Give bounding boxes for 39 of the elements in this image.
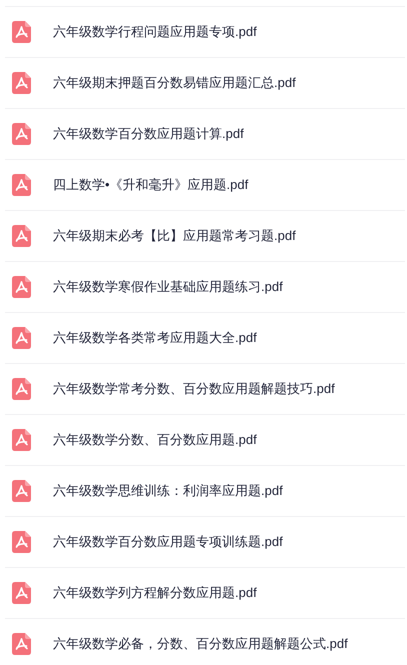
pdf-file-icon [12, 429, 31, 451]
file-name: 六年级数学各类常考应用题大全.pdf [53, 329, 257, 348]
file-name: 六年级数学列方程解分数应用题.pdf [53, 584, 257, 602]
file-row[interactable]: 六年级数学常考分数、百分数应用题解题技巧.pdf [5, 363, 405, 414]
file-row[interactable]: 六年级数学必备，分数、百分数应用题解题公式.pdf [5, 618, 405, 665]
pdf-file-icon [12, 72, 31, 94]
file-row[interactable]: 六年级期末必考【比】应用题常考习题.pdf [5, 210, 405, 261]
file-name: 六年级数学思维训练：利润率应用题.pdf [53, 482, 283, 500]
file-row[interactable]: 六年级数学百分数应用题计算.pdf [5, 108, 405, 159]
file-row[interactable]: 六年级数学寒假作业基础应用题练习.pdf [5, 261, 405, 312]
pdf-file-icon [12, 531, 31, 553]
file-name: 六年级期末必考【比】应用题常考习题.pdf [53, 227, 296, 246]
pdf-file-icon [12, 480, 31, 502]
file-row[interactable]: 六年级数学思维训练：利润率应用题.pdf [5, 465, 405, 516]
pdf-file-icon [12, 582, 31, 604]
file-row[interactable]: 四上数学•《升和毫升》应用题.pdf [5, 159, 405, 210]
file-row[interactable]: 六年级数学行程问题应用题专项.pdf [5, 6, 405, 57]
pdf-file-icon [12, 21, 31, 43]
pdf-file-icon [12, 327, 31, 349]
file-row[interactable]: 六年级数学百分数应用题专项训练题.pdf [5, 516, 405, 567]
pdf-file-icon [12, 225, 31, 247]
file-name: 六年级数学分数、百分数应用题.pdf [53, 431, 257, 450]
pdf-file-icon [12, 123, 31, 145]
file-name: 六年级数学常考分数、百分数应用题解题技巧.pdf [53, 380, 335, 398]
file-name: 六年级数学百分数应用题计算.pdf [53, 125, 244, 144]
file-row[interactable]: 六年级数学各类常考应用题大全.pdf [5, 312, 405, 363]
file-name: 六年级数学必备，分数、百分数应用题解题公式.pdf [53, 635, 348, 654]
file-name: 六年级数学百分数应用题专项训练题.pdf [53, 533, 283, 552]
pdf-file-icon [12, 174, 31, 196]
file-row[interactable]: 六年级期末押题百分数易错应用题汇总.pdf [5, 57, 405, 108]
file-name: 六年级期末押题百分数易错应用题汇总.pdf [53, 74, 296, 92]
file-name: 六年级数学寒假作业基础应用题练习.pdf [53, 278, 283, 296]
pdf-file-icon [12, 276, 31, 298]
file-name: 四上数学•《升和毫升》应用题.pdf [53, 176, 248, 194]
file-row[interactable]: 六年级数学列方程解分数应用题.pdf [5, 567, 405, 618]
pdf-file-icon [12, 378, 31, 400]
pdf-file-icon [12, 633, 31, 655]
file-row[interactable]: 六年级数学分数、百分数应用题.pdf [5, 414, 405, 465]
file-name: 六年级数学行程问题应用题专项.pdf [53, 23, 257, 42]
